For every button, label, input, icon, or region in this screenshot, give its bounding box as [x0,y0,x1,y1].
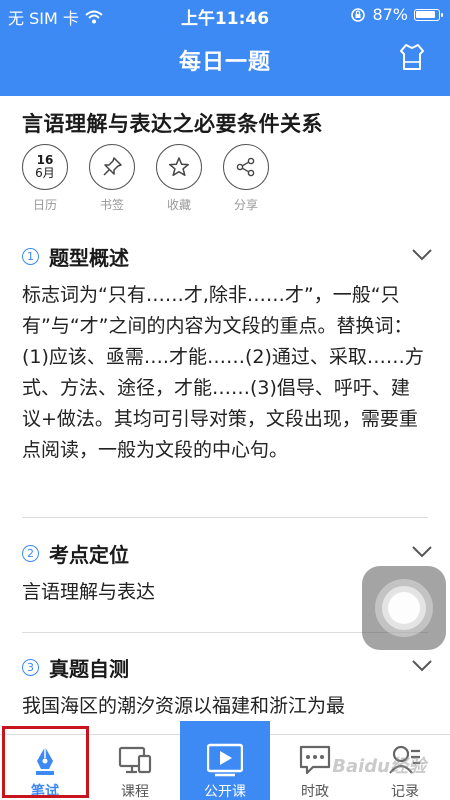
section-title: 考点定位 [49,542,129,567]
section-header[interactable]: 3 真题自测 [22,653,432,681]
section-header[interactable]: 2 考点定位 [22,539,432,567]
calendar-icon[interactable]: 16 6月 [22,144,68,190]
section-title: 真题自测 [49,656,129,681]
status-bar: 无 SIM 卡 上午11:46 87% [0,0,450,30]
article-title: 言语理解与表达之必要条件关系 [22,112,323,136]
chat-icon [299,745,331,775]
tab-label: 公开课 [204,784,246,800]
calendar-action[interactable]: 16 6月 日历 [22,144,68,213]
shirt-icon[interactable] [398,42,426,72]
section-number: 1 [22,247,39,265]
tab-label: 时政 [301,784,329,800]
calendar-label: 日历 [32,198,57,212]
favorite-label: 收藏 [166,198,191,212]
chevron-down-icon[interactable] [412,659,432,673]
rotation-lock-icon [351,7,366,22]
tab-open-class[interactable]: 公开课 [180,721,270,800]
battery-icon [414,8,443,21]
tab-label: 课程 [121,784,149,800]
assistive-touch-button[interactable] [362,566,446,650]
battery-percent: 87% [372,5,408,24]
pin-icon[interactable] [89,144,135,190]
share-action[interactable]: 分享 [223,144,269,213]
section-body: 我国海区的潮汐资源以福建和浙江为最 [22,695,346,717]
highlight-box [2,726,89,798]
section-overview: 1 题型概述 标志词为“只有……才,除非……才”，一般“只有”与“才”之间的内容… [22,242,432,466]
section-number: 3 [22,658,39,676]
section-self-test: 3 真题自测 我国海区的潮汐资源以福建和浙江为最 [22,653,432,722]
divider [22,517,428,518]
tab-label: 记录 [391,784,419,800]
star-icon[interactable] [156,144,202,190]
bookmark-label: 书签 [99,198,124,212]
action-row: 16 6月 日历 书签 收藏 分享 [22,144,269,213]
section-title: 题型概述 [49,245,129,270]
calendar-day: 16 [36,153,54,167]
section-header[interactable]: 1 题型概述 [22,242,432,270]
page-title: 每日一题 [178,50,271,75]
favorite-action[interactable]: 收藏 [156,144,202,213]
calendar-month: 6月 [35,166,55,180]
section-number: 2 [22,544,39,562]
monitor-icon [118,746,152,774]
chevron-down-icon[interactable] [412,248,432,262]
play-icon [207,743,243,777]
share-label: 分享 [233,198,258,212]
bookmark-action[interactable]: 书签 [89,144,135,213]
chevron-down-icon[interactable] [412,545,432,559]
section-body: 标志词为“只有……才,除非……才”，一般“只有”与“才”之间的内容为文段的重点。… [22,284,424,461]
tab-courses[interactable]: 课程 [90,735,180,800]
app-header: 无 SIM 卡 上午11:46 87% 每日一题 [0,0,450,96]
share-icon[interactable] [223,144,269,190]
watermark: Baidu经验 [332,756,426,777]
